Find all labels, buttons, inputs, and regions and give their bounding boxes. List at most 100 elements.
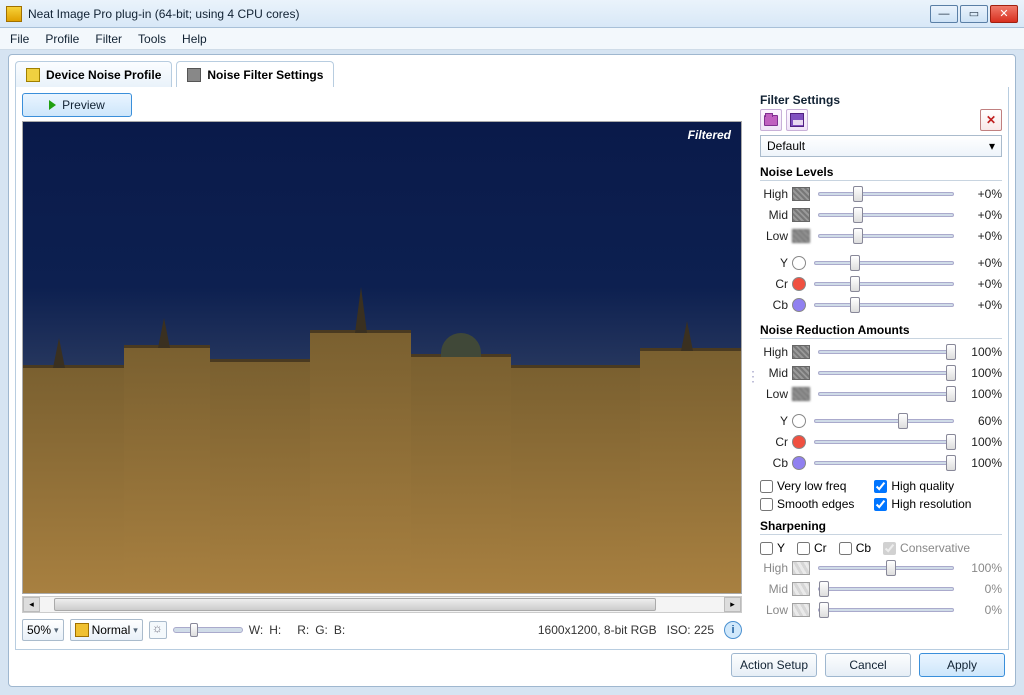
open-preset-button[interactable] (760, 109, 782, 131)
wrench-icon (187, 68, 201, 82)
zoom-combo[interactable]: 50%▾ (22, 619, 64, 641)
info-icon[interactable]: i (724, 621, 742, 639)
iso-info: ISO: 225 (667, 623, 714, 637)
tab-noise-filter-settings[interactable]: Noise Filter Settings (176, 61, 334, 87)
menu-tools[interactable]: Tools (138, 32, 166, 46)
noise-reduction-row-cb: Cb100% (760, 452, 1002, 473)
scroll-left-icon[interactable]: ◂ (23, 597, 40, 612)
sharpen-value: 0% (962, 603, 1002, 617)
menu-file[interactable]: File (10, 32, 29, 46)
zoom-value: 50% (27, 623, 51, 637)
noise-reduction-label: Mid (760, 366, 788, 380)
sharpen-slider-high[interactable] (818, 566, 954, 570)
noise-reduction-row-high: High100% (760, 341, 1002, 362)
noise-reduction-label: Y (760, 414, 788, 428)
play-icon (49, 100, 56, 110)
noise-level-label: High (760, 187, 788, 201)
filtered-badge: Filtered (688, 128, 731, 142)
noise-level-value: +0% (962, 187, 1002, 201)
sharpen-y-checkbox[interactable]: Y (760, 541, 785, 555)
noise-reduction-slider-cb[interactable] (814, 461, 954, 465)
noise-reduction-slider-low[interactable] (818, 392, 954, 396)
noise-reduction-slider-mid[interactable] (818, 371, 954, 375)
noise-reduction-slider-high[interactable] (818, 350, 954, 354)
folder-icon (764, 115, 778, 126)
sharpen-label: Mid (760, 582, 788, 596)
tab-label: Noise Filter Settings (207, 68, 323, 82)
sharpen-value: 100% (962, 561, 1002, 575)
noise-level-row-low: Low +0% (760, 225, 1002, 246)
sharpen-row-low: Low0% (760, 599, 1002, 620)
scroll-right-icon[interactable]: ▸ (724, 597, 741, 612)
minimize-button[interactable]: — (930, 5, 958, 23)
preset-value: Default (767, 139, 805, 153)
image-preview[interactable]: Filtered (22, 121, 742, 594)
menu-help[interactable]: Help (182, 32, 207, 46)
high-resolution-checkbox[interactable]: High resolution (874, 497, 971, 511)
conservative-checkbox[interactable]: Conservative (883, 541, 970, 555)
noise-level-label: Mid (760, 208, 788, 222)
sharpen-cb-checkbox[interactable]: Cb (839, 541, 871, 555)
viewmode-combo[interactable]: Normal▾ (70, 619, 143, 641)
menu-profile[interactable]: Profile (45, 32, 79, 46)
noise-level-row-cb: Cb+0% (760, 294, 1002, 315)
noise-level-slider-mid[interactable] (818, 213, 954, 217)
noise-level-slider-y[interactable] (814, 261, 954, 265)
noise-reduction-slider-y[interactable] (814, 419, 954, 423)
sharpen-row-high: High 100% (760, 557, 1002, 578)
tab-label: Device Noise Profile (46, 68, 161, 82)
sharpen-value: 0% (962, 582, 1002, 596)
noise-level-slider-high[interactable] (818, 192, 954, 196)
action-setup-button[interactable]: Action Setup (731, 653, 817, 677)
brightness-slider[interactable] (173, 627, 243, 633)
sharpening-title: Sharpening (760, 519, 1002, 535)
scroll-thumb[interactable] (54, 598, 656, 611)
noise-level-slider-cr[interactable] (814, 282, 954, 286)
noise-level-label: Y (760, 256, 788, 270)
noise-reduction-label: Cb (760, 456, 788, 470)
cancel-button[interactable]: Cancel (825, 653, 911, 677)
preset-combo[interactable]: Default▾ (760, 135, 1002, 157)
stat-g: G: (315, 623, 328, 637)
noise-level-value: +0% (962, 277, 1002, 291)
sharpen-slider-mid[interactable] (818, 587, 954, 591)
high-quality-checkbox[interactable]: High quality (874, 479, 971, 493)
sharpen-row-mid: Mid 0% (760, 578, 1002, 599)
stat-b: B: (334, 623, 345, 637)
tab-device-noise-profile[interactable]: Device Noise Profile (15, 61, 172, 87)
noise-level-value: +0% (962, 229, 1002, 243)
client-area: Device Noise Profile Noise Filter Settin… (8, 54, 1016, 687)
noise-reduction-value: 100% (962, 366, 1002, 380)
preview-button[interactable]: Preview (22, 93, 132, 117)
menu-bar: File Profile Filter Tools Help (0, 28, 1024, 50)
noise-reduction-row-cr: Cr100% (760, 431, 1002, 452)
apply-button[interactable]: Apply (919, 653, 1005, 677)
save-preset-button[interactable] (786, 109, 808, 131)
sharpen-label: High (760, 561, 788, 575)
stat-h: H: (269, 623, 281, 637)
splitter[interactable] (748, 93, 754, 643)
noise-reduction-row-mid: Mid 100% (760, 362, 1002, 383)
noise-reduction-value: 100% (962, 387, 1002, 401)
menu-filter[interactable]: Filter (95, 32, 122, 46)
noise-reduction-slider-cr[interactable] (814, 440, 954, 444)
smooth-edges-checkbox[interactable]: Smooth edges (760, 497, 854, 511)
maximize-button[interactable]: ▭ (960, 5, 988, 23)
noise-level-slider-low[interactable] (818, 234, 954, 238)
noise-reduction-value: 100% (962, 345, 1002, 359)
sharpen-slider-low[interactable] (818, 608, 954, 612)
noise-level-slider-cb[interactable] (814, 303, 954, 307)
noise-reduction-title: Noise Reduction Amounts (760, 323, 1002, 339)
noise-reduction-row-y: Y60% (760, 410, 1002, 431)
close-button[interactable]: ✕ (990, 5, 1018, 23)
horizontal-scrollbar[interactable]: ◂ ▸ (22, 596, 742, 613)
noise-level-value: +0% (962, 208, 1002, 222)
noise-level-label: Cr (760, 277, 788, 291)
brightness-button[interactable] (149, 621, 167, 639)
very-low-freq-checkbox[interactable]: Very low freq (760, 479, 854, 493)
profile-icon (26, 68, 40, 82)
reset-button[interactable]: ✕ (980, 109, 1002, 131)
noise-level-label: Low (760, 229, 788, 243)
sharpen-cr-checkbox[interactable]: Cr (797, 541, 827, 555)
status-bar: 50%▾ Normal▾ W: H: R: G: B: 1600x1200, 8… (22, 617, 742, 643)
